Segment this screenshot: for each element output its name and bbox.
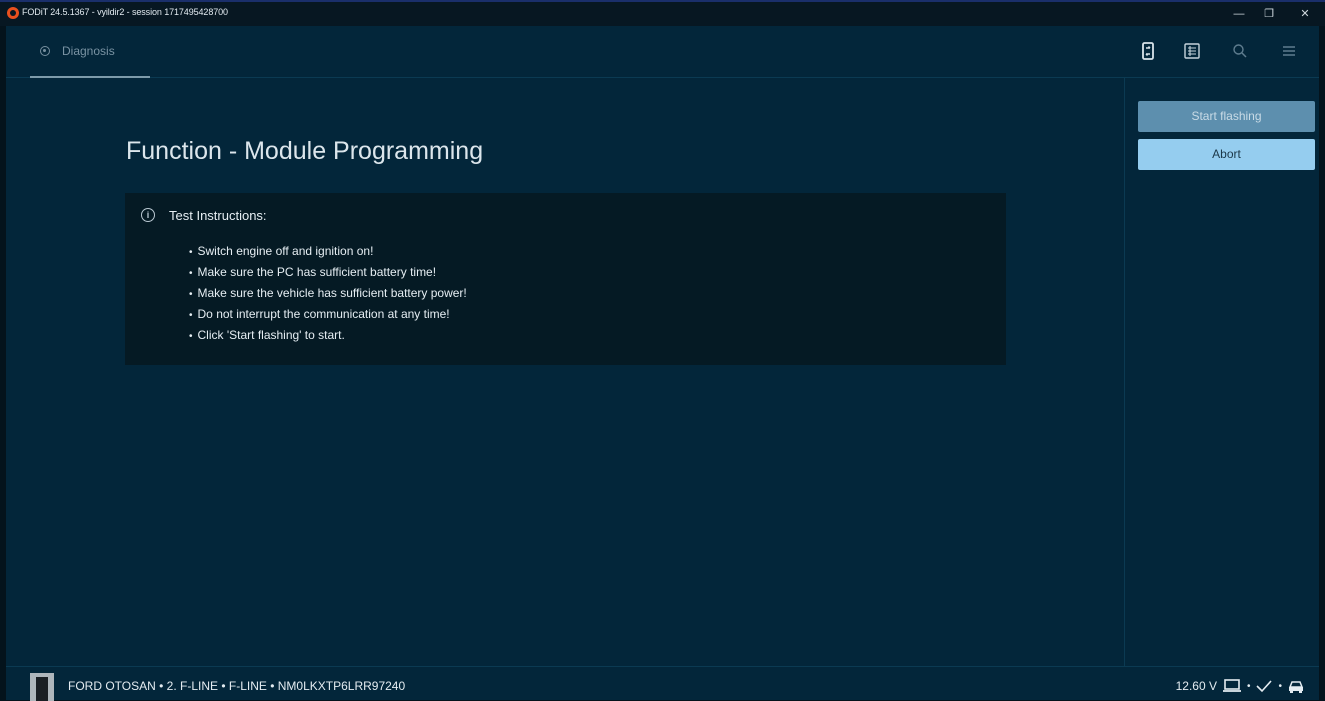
menu-icon[interactable] [1280, 42, 1298, 60]
instructions-heading: Test Instructions: [169, 208, 267, 223]
instructions-list: Switch engine off and ignition on! Make … [189, 241, 467, 346]
document-list-icon[interactable] [1183, 42, 1201, 60]
instruction-item: Do not interrupt the communication at an… [189, 304, 467, 325]
app-logo-icon [7, 7, 19, 19]
separator-dot: • [1278, 680, 1282, 692]
vci-connection-icon[interactable] [1139, 42, 1157, 60]
restore-button[interactable]: ❐ [1254, 4, 1284, 24]
action-side-panel: Start flashing Abort [1124, 78, 1319, 666]
top-navigation: Diagnosis [6, 26, 1319, 78]
laptop-icon [1222, 679, 1241, 692]
diagnosis-icon [40, 46, 50, 56]
search-icon[interactable] [1231, 42, 1249, 60]
check-icon [1256, 680, 1273, 693]
vci-device-icon [30, 673, 54, 701]
abort-button[interactable]: Abort [1138, 139, 1315, 170]
instruction-item: Make sure the PC has sufficient battery … [189, 262, 467, 283]
window-title: FODiT 24.5.1367 - vyildir2 - session 171… [22, 7, 228, 17]
main-content: Function - Module Programming i Test Ins… [6, 78, 1124, 666]
tab-diagnosis-label: Diagnosis [62, 44, 115, 58]
separator-dot: • [1246, 680, 1251, 692]
status-indicators: 12.60 V • • [1176, 677, 1305, 695]
close-button[interactable]: ✕ [1290, 4, 1320, 24]
vehicle-info: FORD OTOSAN • 2. F-LINE • F-LINE • NM0LK… [68, 679, 406, 693]
status-bar: FORD OTOSAN • 2. F-LINE • F-LINE • NM0LK… [6, 666, 1319, 701]
start-flashing-button[interactable]: Start flashing [1138, 101, 1315, 132]
window-titlebar: FODiT 24.5.1367 - vyildir2 - session 171… [0, 0, 1325, 26]
tab-diagnosis[interactable]: Diagnosis [30, 26, 150, 78]
car-icon [1288, 681, 1304, 693]
instruction-item: Make sure the vehicle has sufficient bat… [189, 283, 467, 304]
page-title: Function - Module Programming [126, 137, 484, 165]
battery-voltage: 12.60 V [1175, 679, 1217, 693]
app-window: Diagnosis Function - Module Programming … [6, 26, 1319, 701]
minimize-button[interactable]: — [1224, 4, 1254, 24]
instruction-item: Switch engine off and ignition on! [189, 241, 467, 262]
info-icon: i [141, 208, 155, 222]
instruction-item: Click 'Start flashing' to start. [189, 325, 467, 346]
test-instructions-panel: i Test Instructions: Switch engine off a… [125, 193, 1006, 365]
